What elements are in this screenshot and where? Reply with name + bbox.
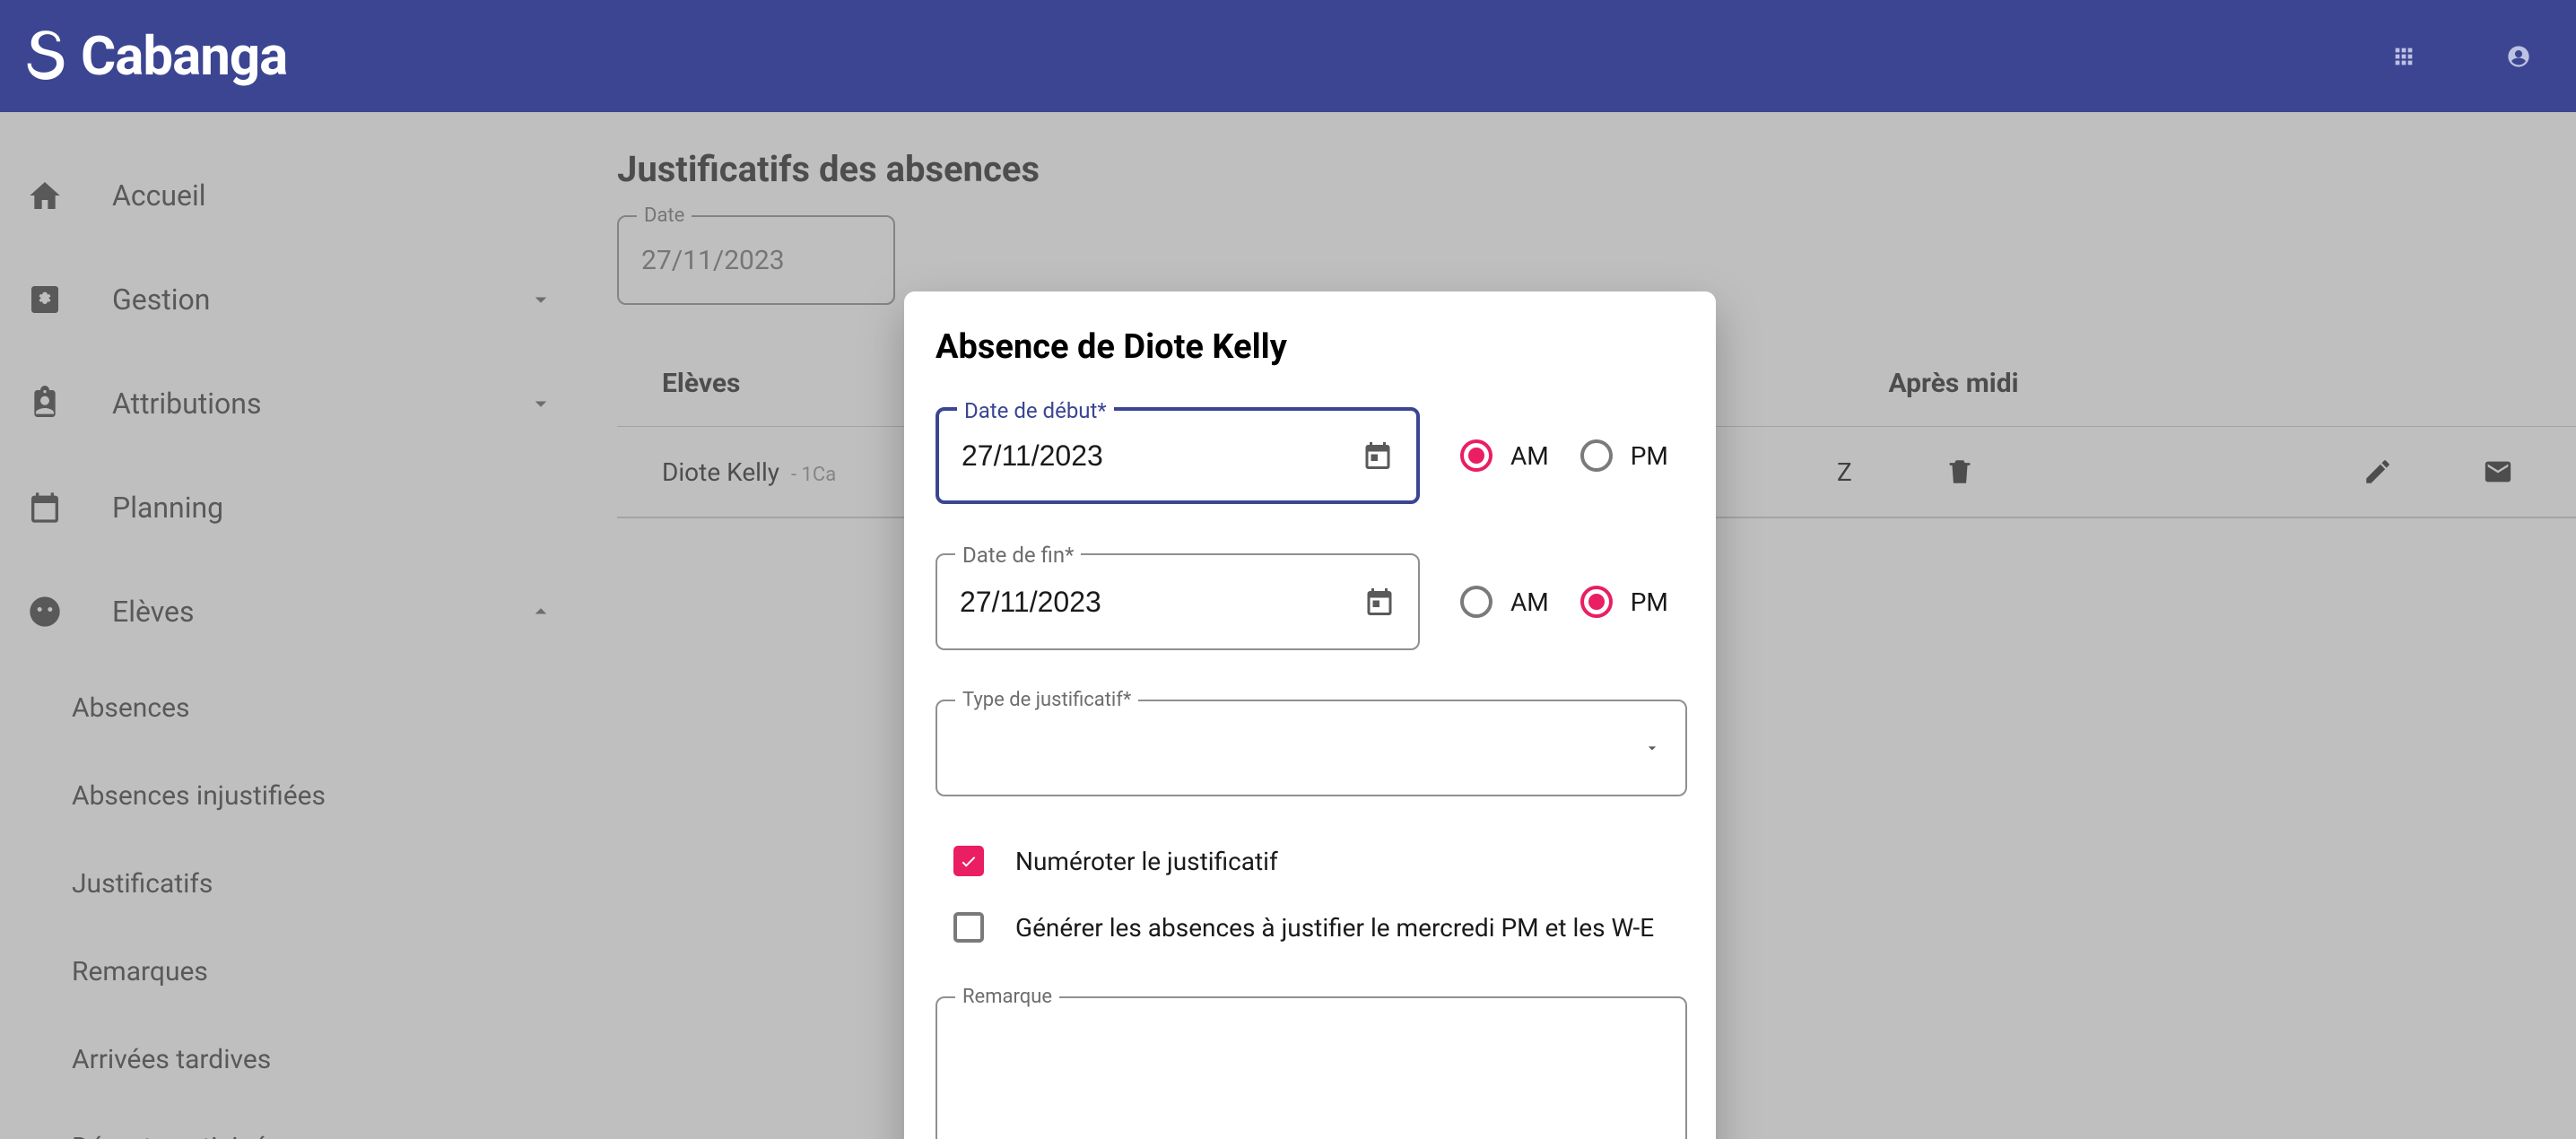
- remark-label: Remarque: [955, 986, 1059, 1008]
- start-date-field[interactable]: Date de début*: [936, 407, 1420, 504]
- end-pm-radio[interactable]: [1580, 586, 1613, 618]
- absence-modal: Absence de Diote Kelly Date de début* AM…: [904, 291, 1716, 1139]
- start-pm-radio[interactable]: [1580, 439, 1613, 472]
- type-justificatif-select[interactable]: Type de justificatif*: [936, 700, 1687, 796]
- remark-field[interactable]: Remarque: [936, 996, 1687, 1139]
- calendar-icon[interactable]: [1363, 586, 1396, 618]
- start-date-input[interactable]: [962, 439, 1362, 473]
- checkbox-generer-label: Générer les absences à justifier le merc…: [1015, 913, 1654, 943]
- start-am-radio[interactable]: [1460, 439, 1493, 472]
- logo: Cabanga: [27, 24, 287, 88]
- am-label: AM: [1510, 441, 1549, 471]
- modal-title: Absence de Diote Kelly: [936, 327, 1684, 367]
- apps-icon[interactable]: [2391, 44, 2416, 69]
- pm-label: PM: [1631, 441, 1668, 471]
- dropdown-arrow-icon: [1641, 739, 1663, 757]
- checkbox-numeroter[interactable]: [953, 846, 984, 876]
- end-date-input[interactable]: [960, 586, 1363, 619]
- start-ampm-group: AM PM: [1460, 439, 1682, 472]
- checkbox-generer[interactable]: [953, 912, 984, 943]
- account-icon[interactable]: [2506, 44, 2531, 69]
- check-icon: [959, 851, 979, 871]
- end-am-radio[interactable]: [1460, 586, 1493, 618]
- end-ampm-group: AM PM: [1460, 586, 1682, 618]
- brand-label: Cabanga: [81, 24, 287, 88]
- remark-textarea[interactable]: [937, 998, 1685, 1139]
- calendar-icon[interactable]: [1362, 439, 1394, 472]
- am-label: AM: [1510, 587, 1549, 617]
- end-date-field[interactable]: Date de fin*: [936, 553, 1420, 650]
- pm-label: PM: [1631, 587, 1668, 617]
- topbar: Cabanga: [0, 0, 2576, 112]
- end-date-label: Date de fin*: [955, 543, 1081, 568]
- type-justificatif-label: Type de justificatif*: [955, 689, 1138, 711]
- logo-mark-icon: [27, 27, 72, 85]
- start-date-label: Date de début*: [957, 398, 1114, 423]
- checkbox-numeroter-label: Numéroter le justificatif: [1015, 847, 1278, 876]
